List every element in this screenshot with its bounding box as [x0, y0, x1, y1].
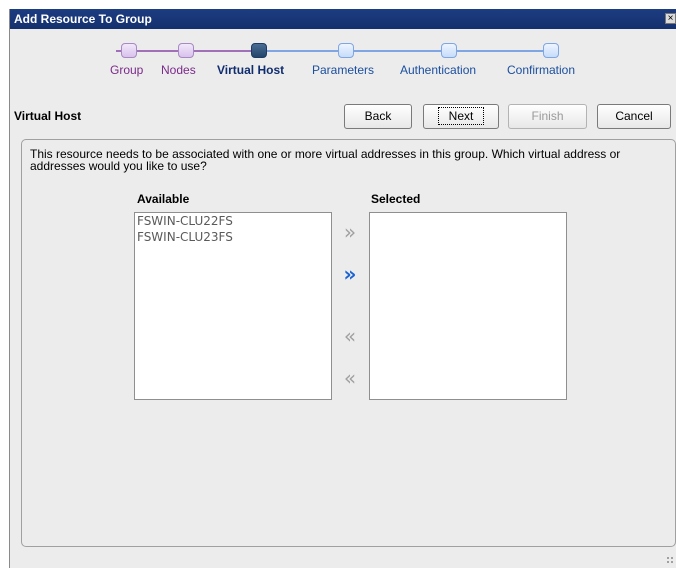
step-label-group: Group: [110, 63, 144, 77]
close-icon[interactable]: ×: [665, 13, 676, 24]
content-panel: This resource needs to be associated wit…: [21, 139, 676, 547]
step-confirmation-icon: [543, 43, 559, 58]
selected-list[interactable]: [369, 212, 567, 400]
move-right-icon[interactable]: »: [339, 222, 361, 244]
cancel-button[interactable]: Cancel: [597, 104, 671, 129]
next-button[interactable]: Next: [423, 104, 499, 129]
window-title: Add Resource To Group: [14, 12, 152, 26]
selected-title: Selected: [371, 192, 421, 206]
page-title: Virtual Host: [14, 109, 82, 123]
move-left-icon[interactable]: «: [339, 326, 361, 348]
description-text: This resource needs to be associated wit…: [30, 147, 621, 173]
step-connector: [186, 50, 259, 52]
step-virtual-host-icon: [251, 43, 267, 58]
back-label: Back: [364, 109, 392, 123]
step-parameters-icon: [338, 43, 354, 58]
step-connector: [259, 50, 346, 52]
finish-button[interactable]: Finish: [508, 104, 587, 129]
step-label-confirmation: Confirmation: [507, 63, 576, 77]
title-bar: Add Resource To Group ×: [10, 9, 676, 29]
resize-grip-icon[interactable]: [666, 556, 674, 564]
move-all-right-icon[interactable]: »: [339, 264, 361, 286]
step-label-nodes: Nodes: [161, 63, 196, 77]
step-connector: [346, 50, 449, 52]
cancel-label: Cancel: [615, 109, 653, 123]
step-connector: [449, 50, 551, 52]
list-item[interactable]: FSWIN-CLU22FS: [135, 213, 331, 229]
wizard-steps: Group Nodes Virtual Host Parameters Auth…: [10, 29, 676, 99]
available-title: Available: [137, 192, 190, 206]
finish-label: Finish: [531, 109, 564, 123]
available-list[interactable]: FSWIN-CLU22FS FSWIN-CLU23FS: [134, 212, 332, 400]
move-all-left-icon[interactable]: «: [339, 368, 361, 390]
step-group-icon: [121, 43, 137, 58]
step-label-parameters: Parameters: [312, 63, 375, 77]
list-item[interactable]: FSWIN-CLU23FS: [135, 229, 331, 245]
step-label-virtual-host: Virtual Host: [217, 63, 285, 77]
step-authentication-icon: [441, 43, 457, 58]
dialog-window: Add Resource To Group × Group Nodes Virt…: [9, 9, 676, 568]
back-button[interactable]: Back: [344, 104, 412, 129]
step-nodes-icon: [178, 43, 194, 58]
step-label-authentication: Authentication: [400, 63, 477, 77]
next-label: Next: [437, 107, 485, 125]
